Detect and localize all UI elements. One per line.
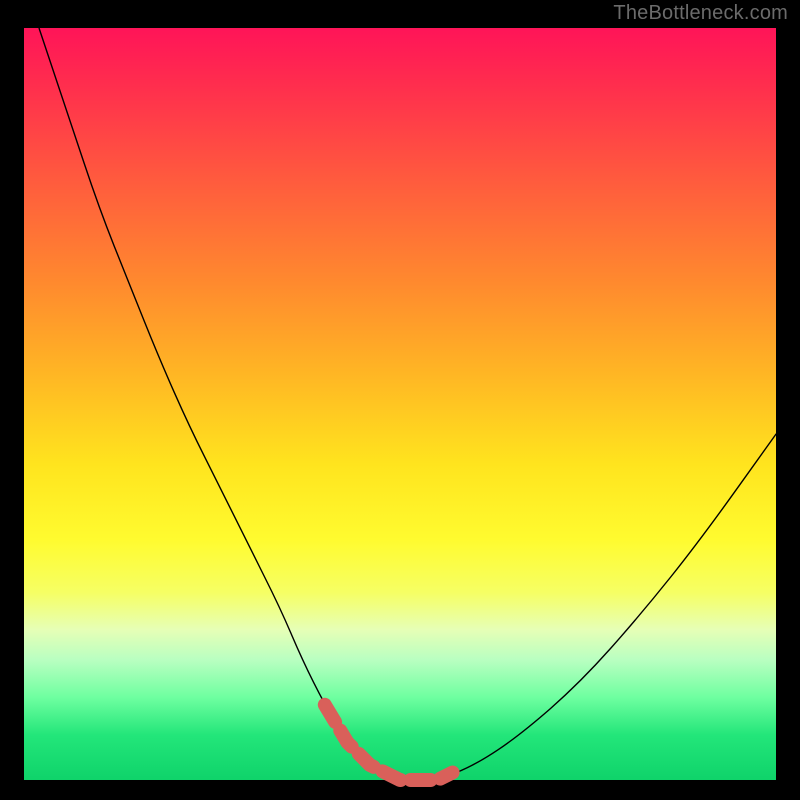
- outer-frame: TheBottleneck.com: [0, 0, 800, 800]
- chart-plot-area: [24, 28, 776, 780]
- watermark-text: TheBottleneck.com: [613, 2, 788, 25]
- chart-svg: [24, 28, 776, 780]
- bottleneck-curve: [39, 28, 776, 780]
- optimal-window-highlight: [325, 705, 453, 780]
